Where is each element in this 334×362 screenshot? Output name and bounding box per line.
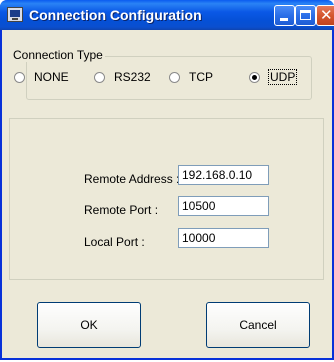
radio-udp[interactable]: UDP <box>249 69 298 85</box>
ok-button[interactable]: OK <box>37 302 141 348</box>
radio-none-indicator[interactable] <box>14 71 25 83</box>
remote-address-label: Remote Address : <box>84 172 180 186</box>
remote-address-input[interactable]: 192.168.0.10 <box>178 165 269 185</box>
window-title: Connection Configuration <box>29 7 202 23</box>
terminal-icon <box>7 7 23 22</box>
remote-port-input[interactable]: 10500 <box>178 196 269 216</box>
radio-rs232[interactable]: RS232 <box>94 69 151 85</box>
local-port-input[interactable]: 10000 <box>178 228 269 248</box>
maximize-icon <box>300 10 311 20</box>
radio-rs232-indicator[interactable] <box>94 71 105 83</box>
radio-tcp-indicator[interactable] <box>169 71 180 83</box>
radio-none[interactable]: NONE <box>14 69 69 85</box>
radio-tcp[interactable]: TCP <box>169 69 213 85</box>
close-icon: ✕ <box>320 6 333 24</box>
minimize-button[interactable] <box>274 5 295 26</box>
radio-tcp-label[interactable]: TCP <box>189 70 213 84</box>
radio-udp-label[interactable]: UDP <box>267 69 298 85</box>
radio-rs232-label[interactable]: RS232 <box>114 70 151 84</box>
local-port-label: Local Port : <box>84 235 145 249</box>
connection-type-label: Connection Type <box>11 48 105 62</box>
close-button[interactable]: ✕ <box>316 5 334 26</box>
remote-port-label: Remote Port : <box>84 203 159 217</box>
network-settings-panel <box>9 118 324 280</box>
minimize-icon <box>280 18 288 21</box>
cancel-button[interactable]: Cancel <box>206 302 310 348</box>
radio-none-label[interactable]: NONE <box>34 70 69 84</box>
title-bar[interactable]: Connection Configuration ✕ <box>0 0 334 30</box>
maximize-button[interactable] <box>295 5 316 26</box>
dialog-window: Connection Configuration ✕ Connection Ty… <box>0 0 334 360</box>
radio-udp-indicator[interactable] <box>249 71 260 83</box>
